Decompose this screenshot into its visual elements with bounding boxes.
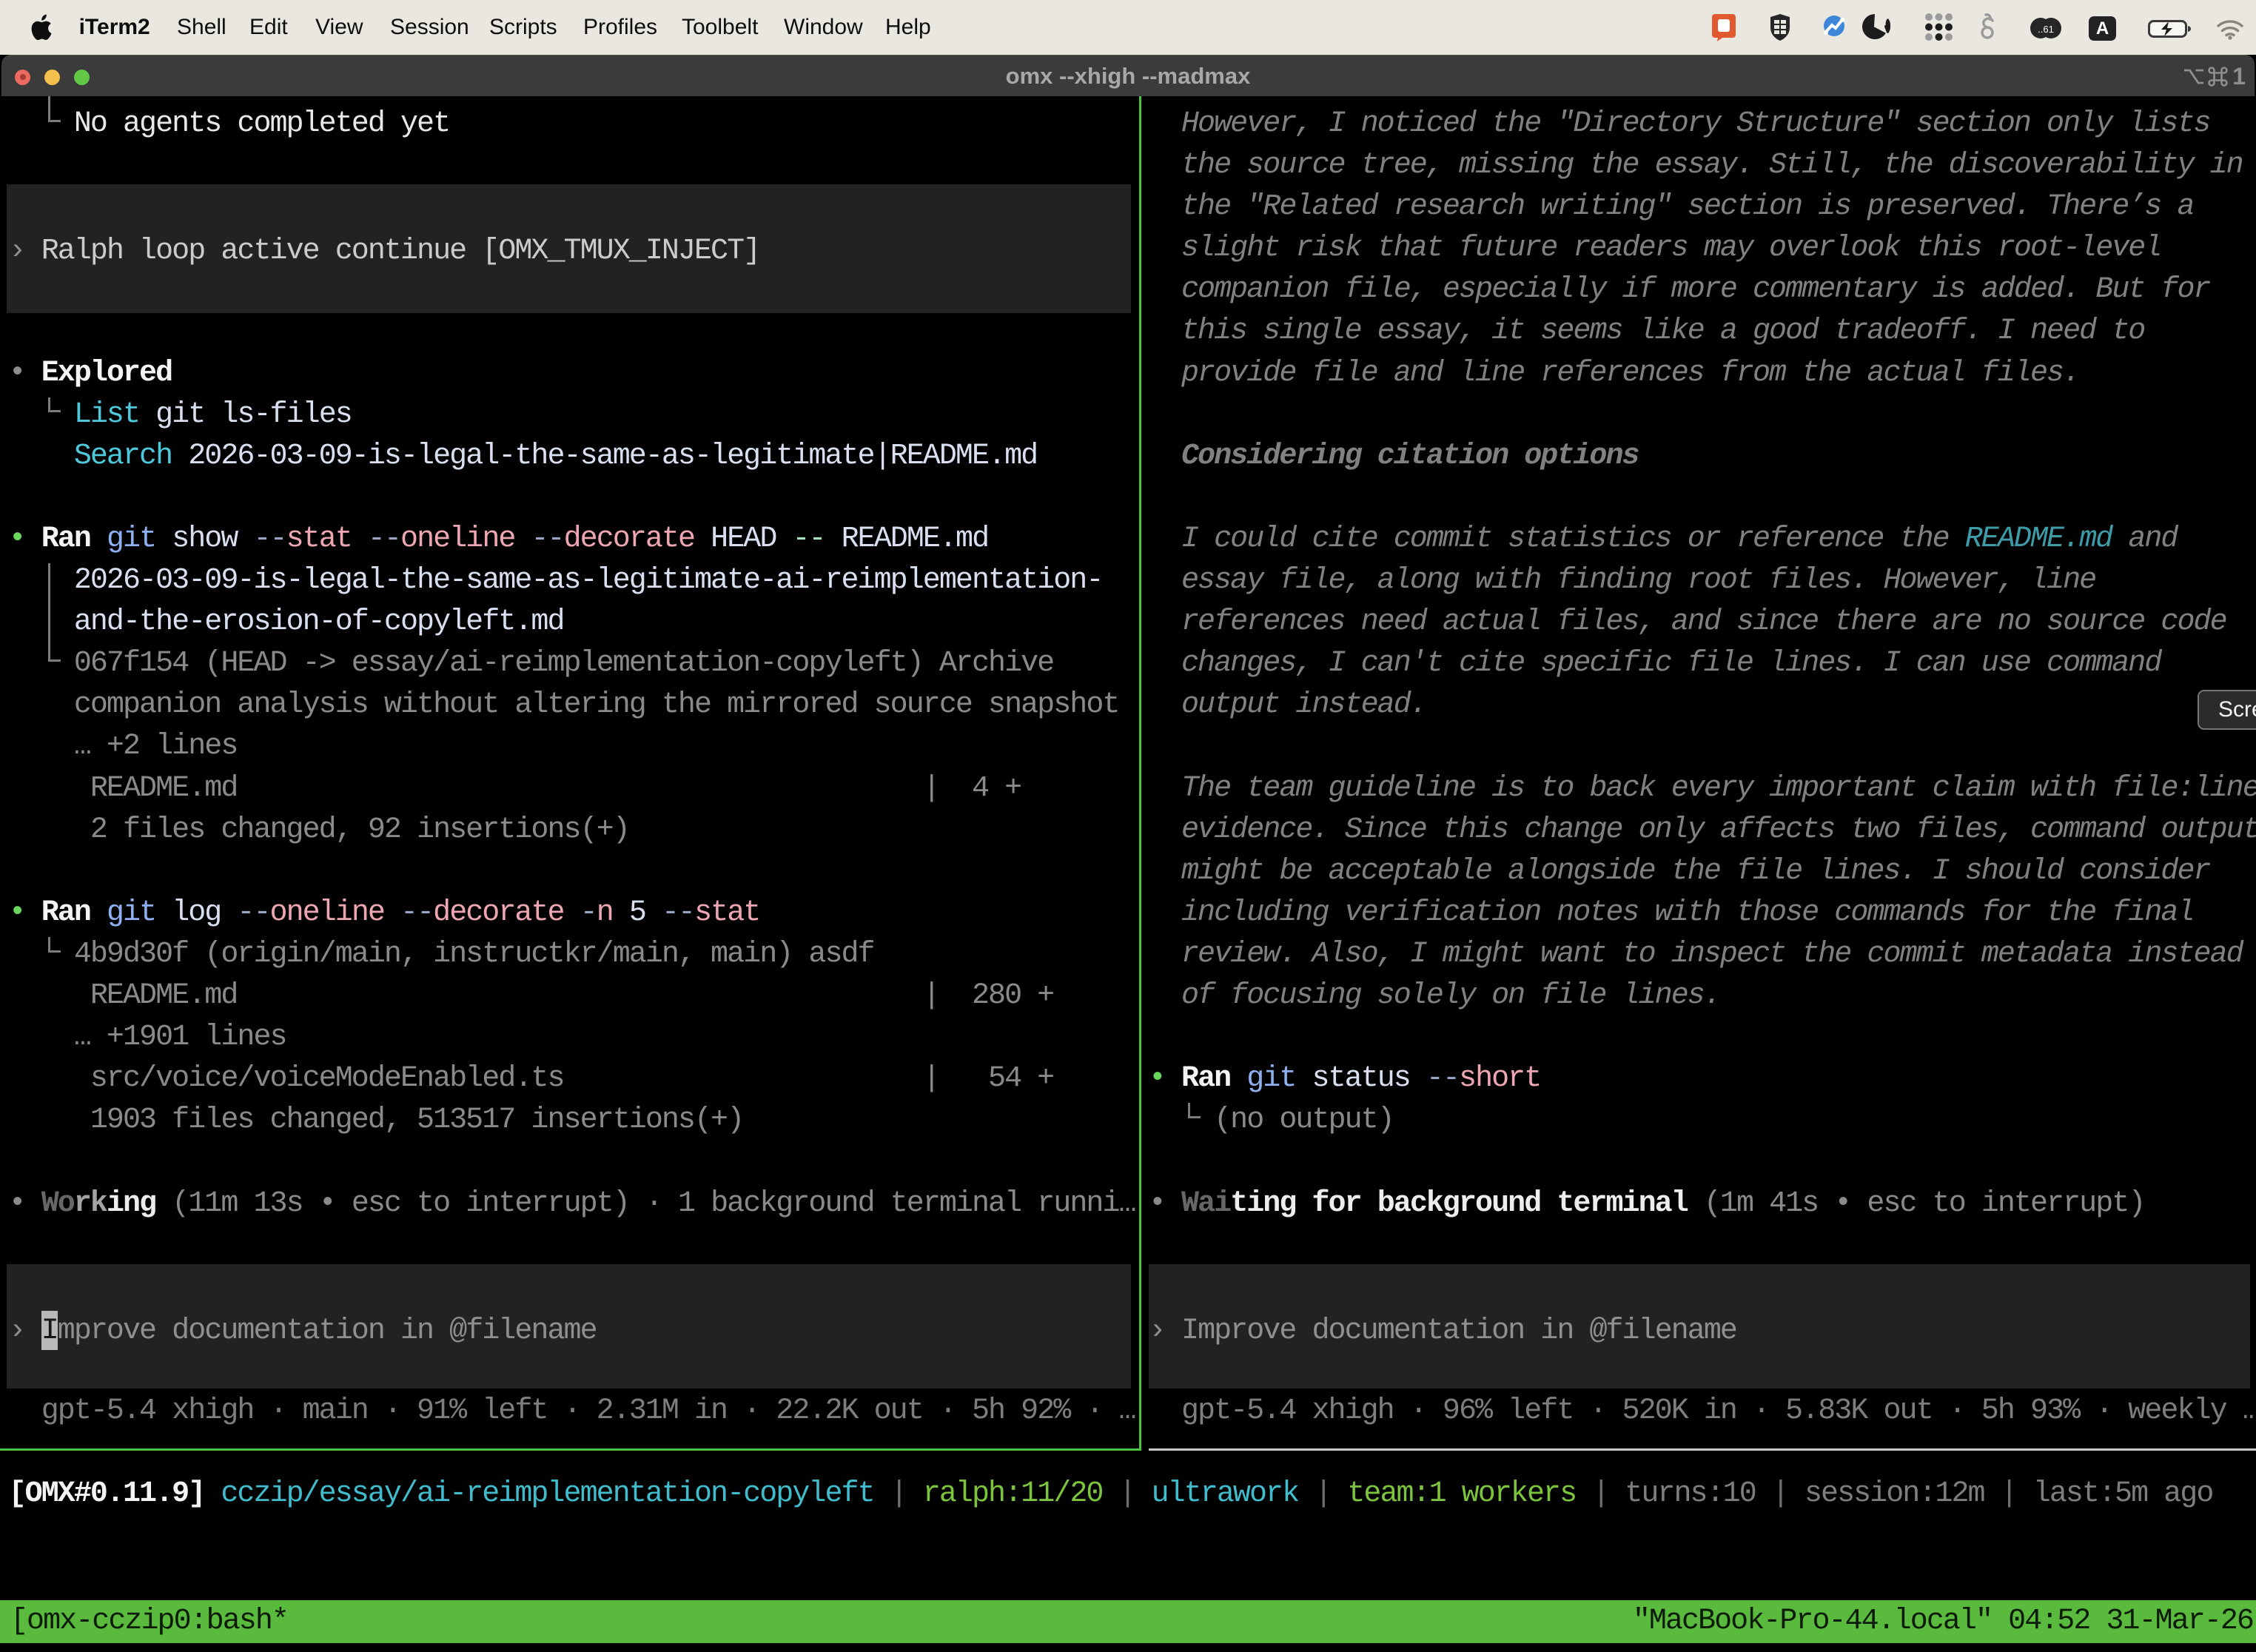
svg-text:..61: ..61	[2038, 24, 2054, 35]
